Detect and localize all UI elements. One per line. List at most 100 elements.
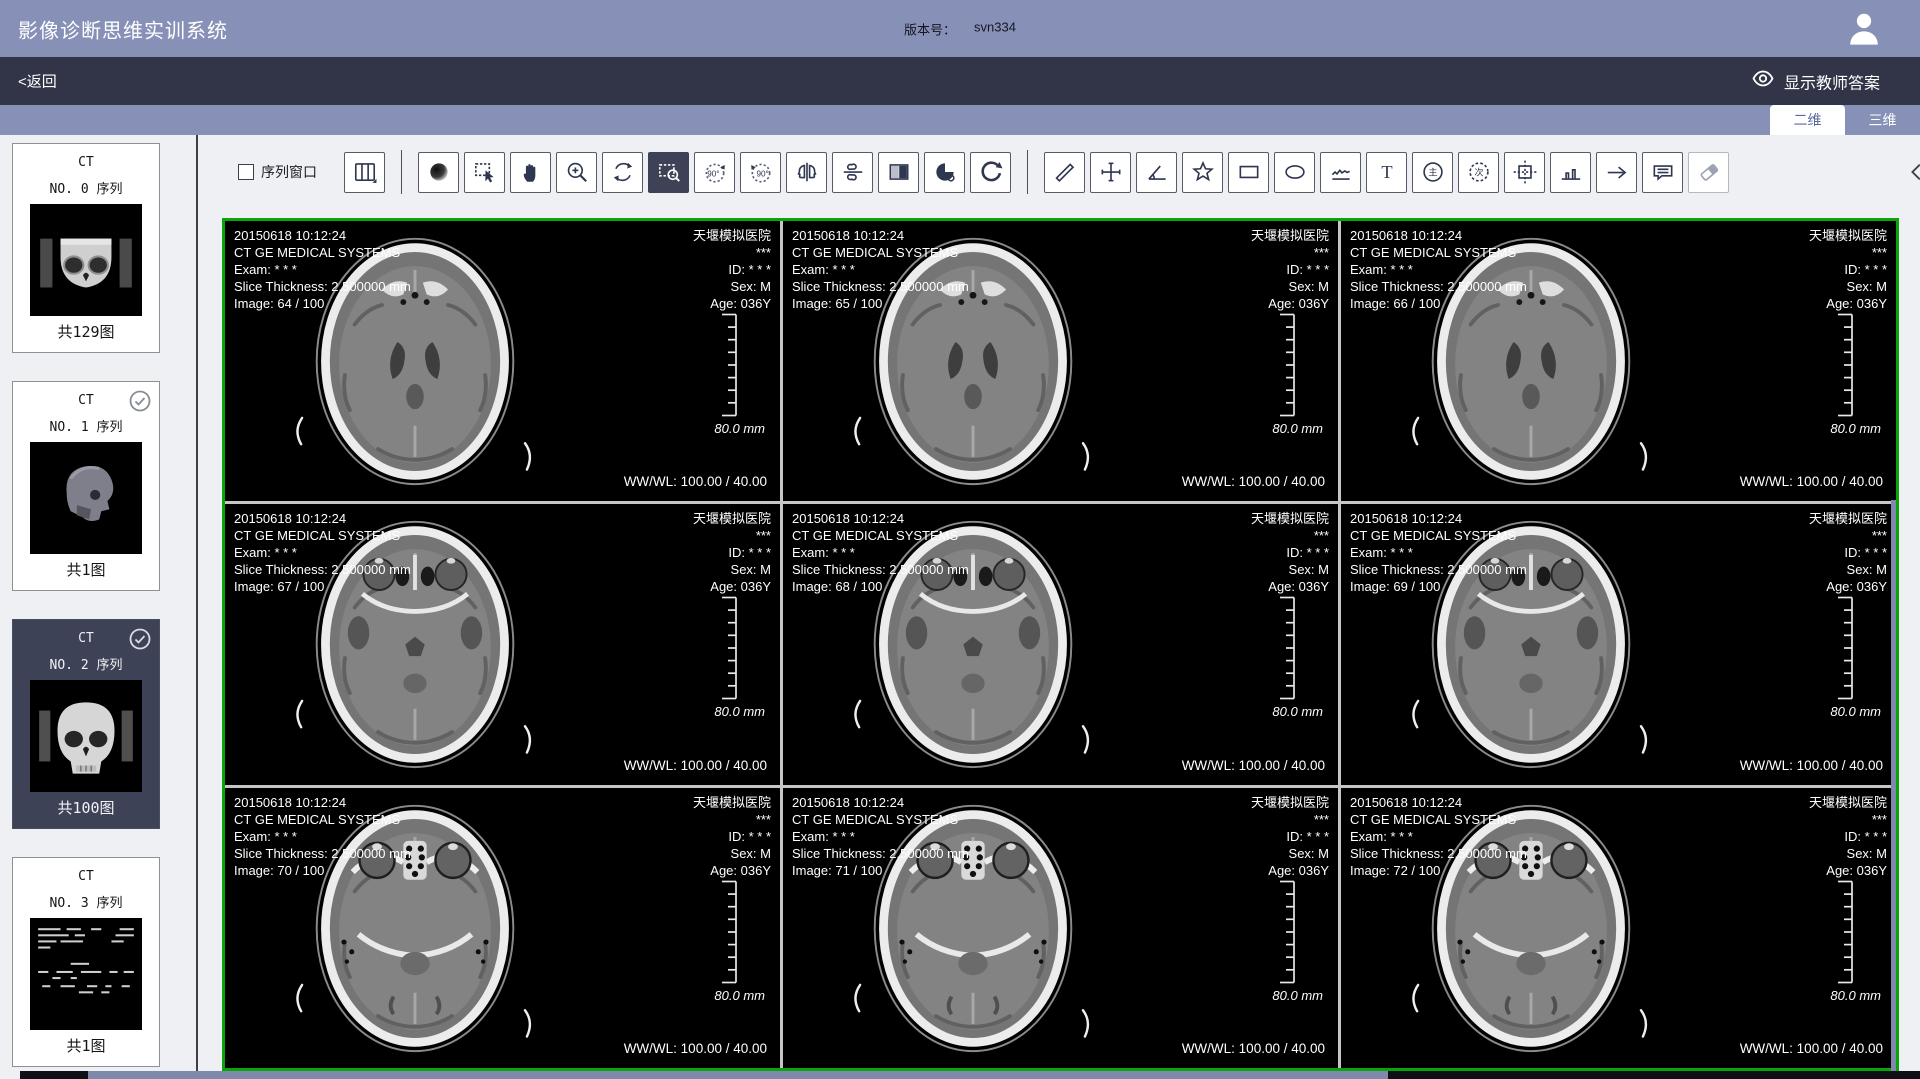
draw-ellipse-button[interactable] [1274, 152, 1315, 193]
measure-cross-button[interactable] [1090, 152, 1131, 193]
reset-button[interactable] [970, 152, 1011, 193]
overlay-hospital: 天堰模拟医院 [1251, 227, 1329, 244]
ct-viewport[interactable]: 20150618 10:12:24 CT GE MEDICAL SYSTEMS … [783, 504, 1338, 784]
dicom-overlay-topleft: 20150618 10:12:24 CT GE MEDICAL SYSTEMS … [234, 227, 411, 312]
rotate-cycle-button[interactable] [602, 152, 643, 193]
scale-ruler-icon [720, 313, 738, 417]
horizontal-scrollbar-track[interactable] [20, 1071, 1920, 1079]
rotate-90-ccw-button[interactable]: 90° [694, 152, 735, 193]
user-avatar-icon[interactable] [1842, 7, 1886, 51]
overlay-datetime: 20150618 10:12:24 [1350, 510, 1527, 527]
invert-contrast-button[interactable] [924, 152, 965, 193]
draw-polygon-star-button[interactable] [1182, 152, 1223, 193]
series-name: NO. 3 序列 [13, 892, 159, 911]
scale-label: 80.0 mm [1830, 704, 1881, 719]
ct-viewport[interactable]: 20150618 10:12:24 CT GE MEDICAL SYSTEMS … [1341, 221, 1896, 501]
series-card[interactable]: CT NO. 2 序列 共100图 [12, 619, 160, 829]
scale-label: 80.0 mm [1272, 704, 1323, 719]
show-teacher-answer-button[interactable]: 显示教师答案 [1751, 67, 1880, 96]
series-card[interactable]: CT NO. 0 序列 共129图 [12, 143, 160, 353]
layout-grid-button[interactable] [344, 152, 385, 193]
series-thumbnail [30, 680, 142, 792]
show-teacher-answer-label: 显示教师答案 [1784, 69, 1880, 93]
roi-crosshair-button[interactable] [1504, 152, 1545, 193]
ct-viewport[interactable]: 20150618 10:12:24 CT GE MEDICAL SYSTEMS … [1341, 788, 1896, 1068]
series-count: 共129图 [13, 321, 159, 342]
rect-select-button[interactable] [464, 152, 505, 193]
rotate-90-cw-button[interactable]: 90° [740, 152, 781, 193]
ct-viewport[interactable]: 20150618 10:12:24 CT GE MEDICAL SYSTEMS … [225, 788, 780, 1068]
scale-label: 80.0 mm [1272, 988, 1323, 1003]
view-mode-tab[interactable]: 三维 [1845, 105, 1920, 135]
overlay-age: Age: 036Y [1809, 578, 1887, 595]
series-card[interactable]: CT NO. 3 序列 共1图 [12, 857, 160, 1067]
measure-line-button[interactable] [1044, 152, 1085, 193]
mark-main-button[interactable]: 主 [1412, 152, 1453, 193]
series-name: NO. 2 序列 [13, 654, 159, 673]
ct-viewport[interactable]: 20150618 10:12:24 CT GE MEDICAL SYSTEMS … [783, 221, 1338, 501]
series-window-toggle[interactable]: 序列窗口 [238, 162, 317, 182]
overlay-patient-id: ID: * * * [1251, 261, 1329, 278]
overlay-image-index: Image: 66 / 100 [1350, 295, 1527, 312]
overlay-age: Age: 036Y [1809, 862, 1887, 879]
zoom-in-button[interactable] [556, 152, 597, 193]
overlay-hospital-stars: *** [1809, 527, 1887, 544]
overlay-slice-thickness: Slice Thickness: 2.500000 mm [1350, 278, 1527, 295]
overlay-image-index: Image: 68 / 100 [792, 578, 969, 595]
horizontal-scrollbar-thumb[interactable] [88, 1071, 1388, 1079]
zoom-region-button[interactable] [648, 152, 689, 193]
vertical-scrollbar-thumb[interactable] [1891, 500, 1896, 1071]
viewer-grid: 20150618 10:12:24 CT GE MEDICAL SYSTEMS … [222, 218, 1899, 1071]
overlay-patient-id: ID: * * * [693, 544, 771, 561]
overlay-slice-thickness: Slice Thickness: 2.500000 mm [792, 845, 969, 862]
series-count: 共1图 [13, 559, 159, 580]
overlay-system: CT GE MEDICAL SYSTEMS [234, 811, 411, 828]
flip-vertical-button[interactable] [832, 152, 873, 193]
arrow-annotation-button[interactable] [1596, 152, 1637, 193]
invert-bw-button[interactable] [878, 152, 919, 193]
scale-label: 80.0 mm [714, 988, 765, 1003]
window-level-label: WW/WL: 100.00 / 40.00 [624, 474, 767, 489]
flip-horizontal-button[interactable] [786, 152, 827, 193]
ct-viewport[interactable]: 20150618 10:12:24 CT GE MEDICAL SYSTEMS … [783, 788, 1338, 1068]
measure-angle-button[interactable] [1136, 152, 1177, 193]
overlay-hospital-stars: *** [693, 811, 771, 828]
eraser-button[interactable] [1688, 152, 1729, 193]
ct-viewport[interactable]: 20150618 10:12:24 CT GE MEDICAL SYSTEMS … [225, 504, 780, 784]
window-level-button[interactable] [418, 152, 459, 193]
window-level-label: WW/WL: 100.00 / 40.00 [624, 758, 767, 773]
back-button[interactable]: <返回 [18, 71, 57, 92]
overlay-age: Age: 036Y [693, 578, 771, 595]
version-info: 版本号： svn334 [904, 19, 1016, 38]
mark-secondary-button[interactable]: 次 [1458, 152, 1499, 193]
text-annotation-button[interactable]: T [1366, 152, 1407, 193]
view-mode-tab[interactable]: 二维 [1770, 105, 1845, 135]
overlay-sex: Sex: M [1251, 845, 1329, 862]
ct-viewport[interactable]: 20150618 10:12:24 CT GE MEDICAL SYSTEMS … [1341, 504, 1896, 784]
comment-bubble-button[interactable] [1642, 152, 1683, 193]
overlay-sex: Sex: M [1251, 561, 1329, 578]
draw-rect-button[interactable] [1228, 152, 1269, 193]
toolbar-collapse-icon[interactable] [1906, 158, 1920, 186]
overlay-age: Age: 036Y [693, 862, 771, 879]
ct-viewport[interactable]: 20150618 10:12:24 CT GE MEDICAL SYSTEMS … [225, 221, 780, 501]
dicom-overlay-topright: 天堰模拟医院 *** ID: * * * Sex: M Age: 036Y [1809, 510, 1887, 595]
series-thumbnail [30, 918, 142, 1030]
pan-hand-button[interactable] [510, 152, 551, 193]
app-header: 影像诊断思维实训系统 版本号： svn334 [0, 0, 1920, 57]
series-card[interactable]: CT NO. 1 序列 共1图 [12, 381, 160, 591]
overlay-system: CT GE MEDICAL SYSTEMS [792, 527, 969, 544]
scale-ruler-icon [1278, 596, 1296, 700]
overlay-sex: Sex: M [1809, 278, 1887, 295]
overlay-sex: Sex: M [693, 561, 771, 578]
svg-text:次: 次 [1474, 166, 1483, 177]
dicom-overlay-topright: 天堰模拟医院 *** ID: * * * Sex: M Age: 036Y [693, 227, 771, 312]
histogram-profile-button[interactable] [1550, 152, 1591, 193]
view-mode-tabs: 二维 三维 [1770, 105, 1920, 135]
draw-curve-button[interactable] [1320, 152, 1361, 193]
overlay-image-index: Image: 71 / 100 [792, 862, 969, 879]
check-circle-icon [128, 627, 152, 651]
overlay-exam: Exam: * * * [234, 544, 411, 561]
series-name: NO. 0 序列 [13, 178, 159, 197]
series-modality: CT [13, 869, 159, 884]
